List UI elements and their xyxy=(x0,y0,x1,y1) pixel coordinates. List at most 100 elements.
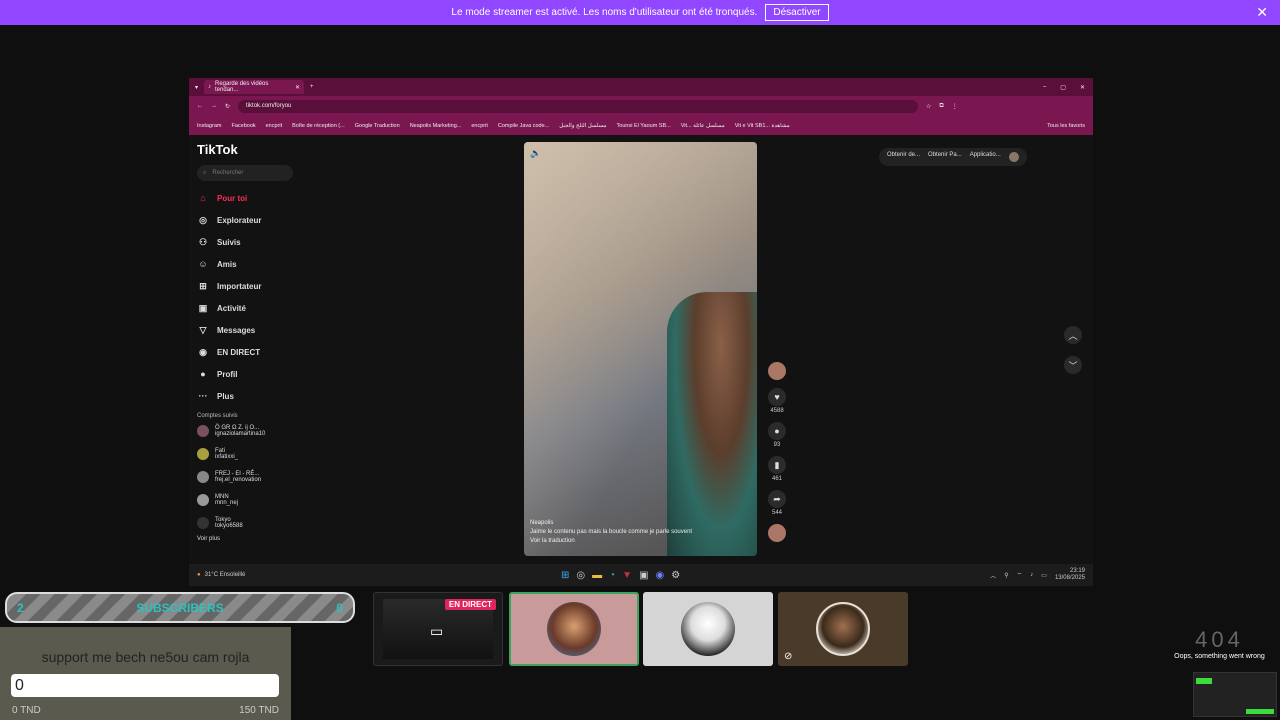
bookmark[interactable]: Boîte de réception (... xyxy=(292,123,345,129)
account-name: Ö GR Ω Z. ij O... xyxy=(215,424,260,431)
status-indicator xyxy=(1196,678,1212,684)
account-handle: frej.el_renovation xyxy=(215,476,262,483)
tab-menu-icon[interactable]: ▾ xyxy=(195,84,198,91)
followed-account[interactable]: Ö GR Ω Z. ij O... ignaziolamartina10 xyxy=(197,419,327,442)
get-app-button[interactable]: Applicatio... xyxy=(970,152,1001,162)
settings-icon[interactable]: ⚙ xyxy=(671,570,680,581)
app-icon[interactable]: ▼ xyxy=(622,570,632,581)
nav-live[interactable]: ◉ EN DIRECT xyxy=(197,341,327,363)
sound-avatar[interactable] xyxy=(768,524,786,542)
address-bar-row: ← → ↻ tiktok.com/foryou ☆ ⧉ ⋮ xyxy=(189,96,1093,116)
search-input[interactable]: ⌕ Rechercher xyxy=(197,165,293,181)
share-icon[interactable]: ➦ xyxy=(768,490,786,508)
stream-tile-screen[interactable]: ▭ EN DIRECT xyxy=(373,592,503,666)
back-icon[interactable]: ← xyxy=(197,103,203,109)
participant-tile[interactable] xyxy=(643,592,773,666)
bookmark[interactable]: encprit xyxy=(471,123,488,129)
avatar xyxy=(197,470,209,483)
bookmark[interactable]: Vit e Vit SB1... مشاهدة xyxy=(735,123,790,129)
star-icon[interactable]: ☆ xyxy=(926,103,931,110)
bookmark[interactable]: Instagram xyxy=(197,123,221,129)
store-icon[interactable]: ▣ xyxy=(639,570,648,581)
bookmark[interactable]: Compile Java code... xyxy=(498,123,549,129)
avatar xyxy=(197,493,209,506)
battery-icon[interactable]: ▭ xyxy=(1041,572,1047,579)
see-more-link[interactable]: Voir plus xyxy=(197,534,327,544)
get-coins-button[interactable]: Obtenir de... xyxy=(887,152,920,162)
chevron-down-icon[interactable]: ﹀ xyxy=(1064,356,1082,374)
edge-icon[interactable]: ◔ xyxy=(609,570,615,581)
caption-text: Jaime le contenu pas mais la boucle comm… xyxy=(530,529,693,535)
disable-streamer-mode-button[interactable]: Désactiver xyxy=(765,4,829,21)
video-player[interactable]: 🔈 Neapolis Jaime le contenu pas mais la … xyxy=(524,142,757,556)
taskbar-apps: ⊞ ◎ ▬ ◔ ▼ ▣ ◉ ⚙ xyxy=(561,570,680,581)
window-close-icon[interactable]: ✕ xyxy=(1080,84,1085,91)
bookmark[interactable]: Tounsi El Yaoum SB... xyxy=(617,123,671,129)
maximize-icon[interactable]: ▢ xyxy=(1060,84,1066,91)
translate-link[interactable]: Voir la traduction xyxy=(530,537,692,546)
participant-tile[interactable]: ⊘ xyxy=(778,592,908,666)
bookmark[interactable]: Google Traduction xyxy=(355,123,400,129)
bookmark[interactable]: مسلسل الثلج والجبل xyxy=(559,123,606,129)
address-bar[interactable]: tiktok.com/foryou xyxy=(238,99,919,113)
close-icon[interactable]: ✕ xyxy=(1256,4,1268,21)
bookmark[interactable]: Neapolis Marketing... xyxy=(410,123,462,129)
video-author[interactable]: Neapolis xyxy=(530,519,692,528)
forward-icon[interactable]: → xyxy=(211,103,217,109)
search-icon: ⌕ xyxy=(203,169,207,176)
clock[interactable]: 23:19 13/08/2025 xyxy=(1055,568,1085,582)
nav-more[interactable]: ··· Plus xyxy=(197,385,327,407)
clock-date: 13/08/2025 xyxy=(1054,575,1085,581)
wifi-icon[interactable]: ⌔ xyxy=(1017,571,1023,579)
live-icon: ◉ xyxy=(199,346,207,357)
minimize-icon[interactable]: – xyxy=(1043,84,1046,91)
bookmark[interactable]: Vit... مسلسل عائلة xyxy=(681,123,725,129)
followed-account[interactable]: FREJ - El - RÉ... frej.el_renovation xyxy=(197,465,327,488)
mic-icon[interactable]: ⚲ xyxy=(1004,572,1008,579)
browser-tab[interactable]: ♪ Regarde des vidéos tendan... ✕ xyxy=(204,80,305,94)
bookmark-icon[interactable]: ▮ xyxy=(768,456,786,474)
volume-icon[interactable]: 🔈 xyxy=(530,148,541,159)
windows-start-icon[interactable]: ⊞ xyxy=(561,570,569,581)
reload-icon[interactable]: ↻ xyxy=(225,103,230,110)
nav-label: Plus xyxy=(217,391,234,401)
new-tab-icon[interactable]: + xyxy=(310,84,314,90)
chevron-up-icon[interactable]: ︿ xyxy=(1064,326,1082,344)
nav-for-you[interactable]: ⌂ Pour toi xyxy=(197,187,327,209)
creator-avatar[interactable] xyxy=(768,362,786,380)
nav-activity[interactable]: ▣ Activité xyxy=(197,297,327,319)
goal-progress-bar: 0 xyxy=(11,674,279,697)
user-avatar[interactable] xyxy=(1008,152,1019,162)
chrome-icon[interactable]: ◎ xyxy=(576,570,585,581)
nav-label: Suivis xyxy=(217,237,241,247)
get-pc-app-button[interactable]: Obtenir Pa... xyxy=(928,152,962,162)
live-badge: EN DIRECT xyxy=(444,599,496,610)
weather-widget[interactable]: 31°C Ensoleillé xyxy=(205,572,246,578)
discord-icon[interactable]: ◉ xyxy=(656,570,665,581)
bookmark[interactable]: Facebook xyxy=(231,123,255,129)
nav-explore[interactable]: ◎ Explorateur xyxy=(197,209,327,231)
nav-upload[interactable]: ⊞ Importateur xyxy=(197,275,327,297)
like-icon[interactable]: ♥ xyxy=(768,388,786,406)
bookmark[interactable]: encprit xyxy=(266,123,283,129)
followed-account[interactable]: Tokyo tokyo6588 xyxy=(197,511,327,534)
comment-icon[interactable]: ● xyxy=(768,422,786,440)
followed-account[interactable]: Fati ixfatixxi_ xyxy=(197,442,327,465)
nav-following[interactable]: ⚇ Suivis xyxy=(197,231,327,253)
action-button[interactable] xyxy=(1246,709,1274,714)
nav-messages[interactable]: ▽ Messages xyxy=(197,319,327,341)
nav-profile[interactable]: ● Profil xyxy=(197,363,327,385)
tray-chevron-icon[interactable]: ︿ xyxy=(990,571,996,580)
file-explorer-icon[interactable]: ▬ xyxy=(592,570,602,581)
extensions-icon[interactable]: ⧉ xyxy=(939,103,943,110)
tab-close-icon[interactable]: ✕ xyxy=(295,84,300,91)
menu-icon[interactable]: ⋮ xyxy=(952,103,958,110)
participant-tile-speaking[interactable] xyxy=(509,592,639,666)
donation-goal: support me bech ne5ou cam rojla 0 0 TND … xyxy=(0,627,291,720)
volume-icon[interactable]: ♪ xyxy=(1030,572,1033,578)
followed-account[interactable]: MNN mnn_nej xyxy=(197,488,327,511)
nav-label: Pour toi xyxy=(217,193,248,203)
nav-friends[interactable]: ☺ Amis xyxy=(197,253,327,275)
bookmark-all[interactable]: Tous les favoris xyxy=(1047,123,1085,129)
tiktok-logo[interactable]: TikTok xyxy=(197,142,327,157)
